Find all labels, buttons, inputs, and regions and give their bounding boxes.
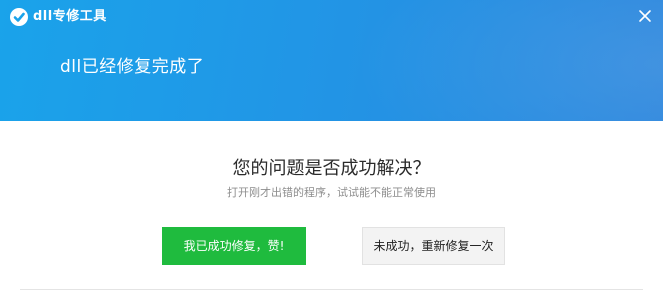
success-button[interactable]: 我已成功修复，赞! — [162, 227, 306, 265]
divider — [20, 289, 643, 290]
close-icon[interactable] — [635, 6, 655, 26]
status-title: dll已经修复完成了 — [60, 57, 205, 77]
app-title: dll专修工具 — [33, 9, 107, 24]
retry-button[interactable]: 未成功，重新修复一次 — [362, 227, 505, 265]
logo-icon — [10, 8, 28, 26]
header-banner: dll专修工具 dll已经修复完成了 — [0, 0, 663, 121]
hint-text: 打开刚才出错的程序，试试能不能正常使用 — [227, 186, 436, 199]
question-heading: 您的问题是否成功解决？ — [232, 158, 431, 179]
